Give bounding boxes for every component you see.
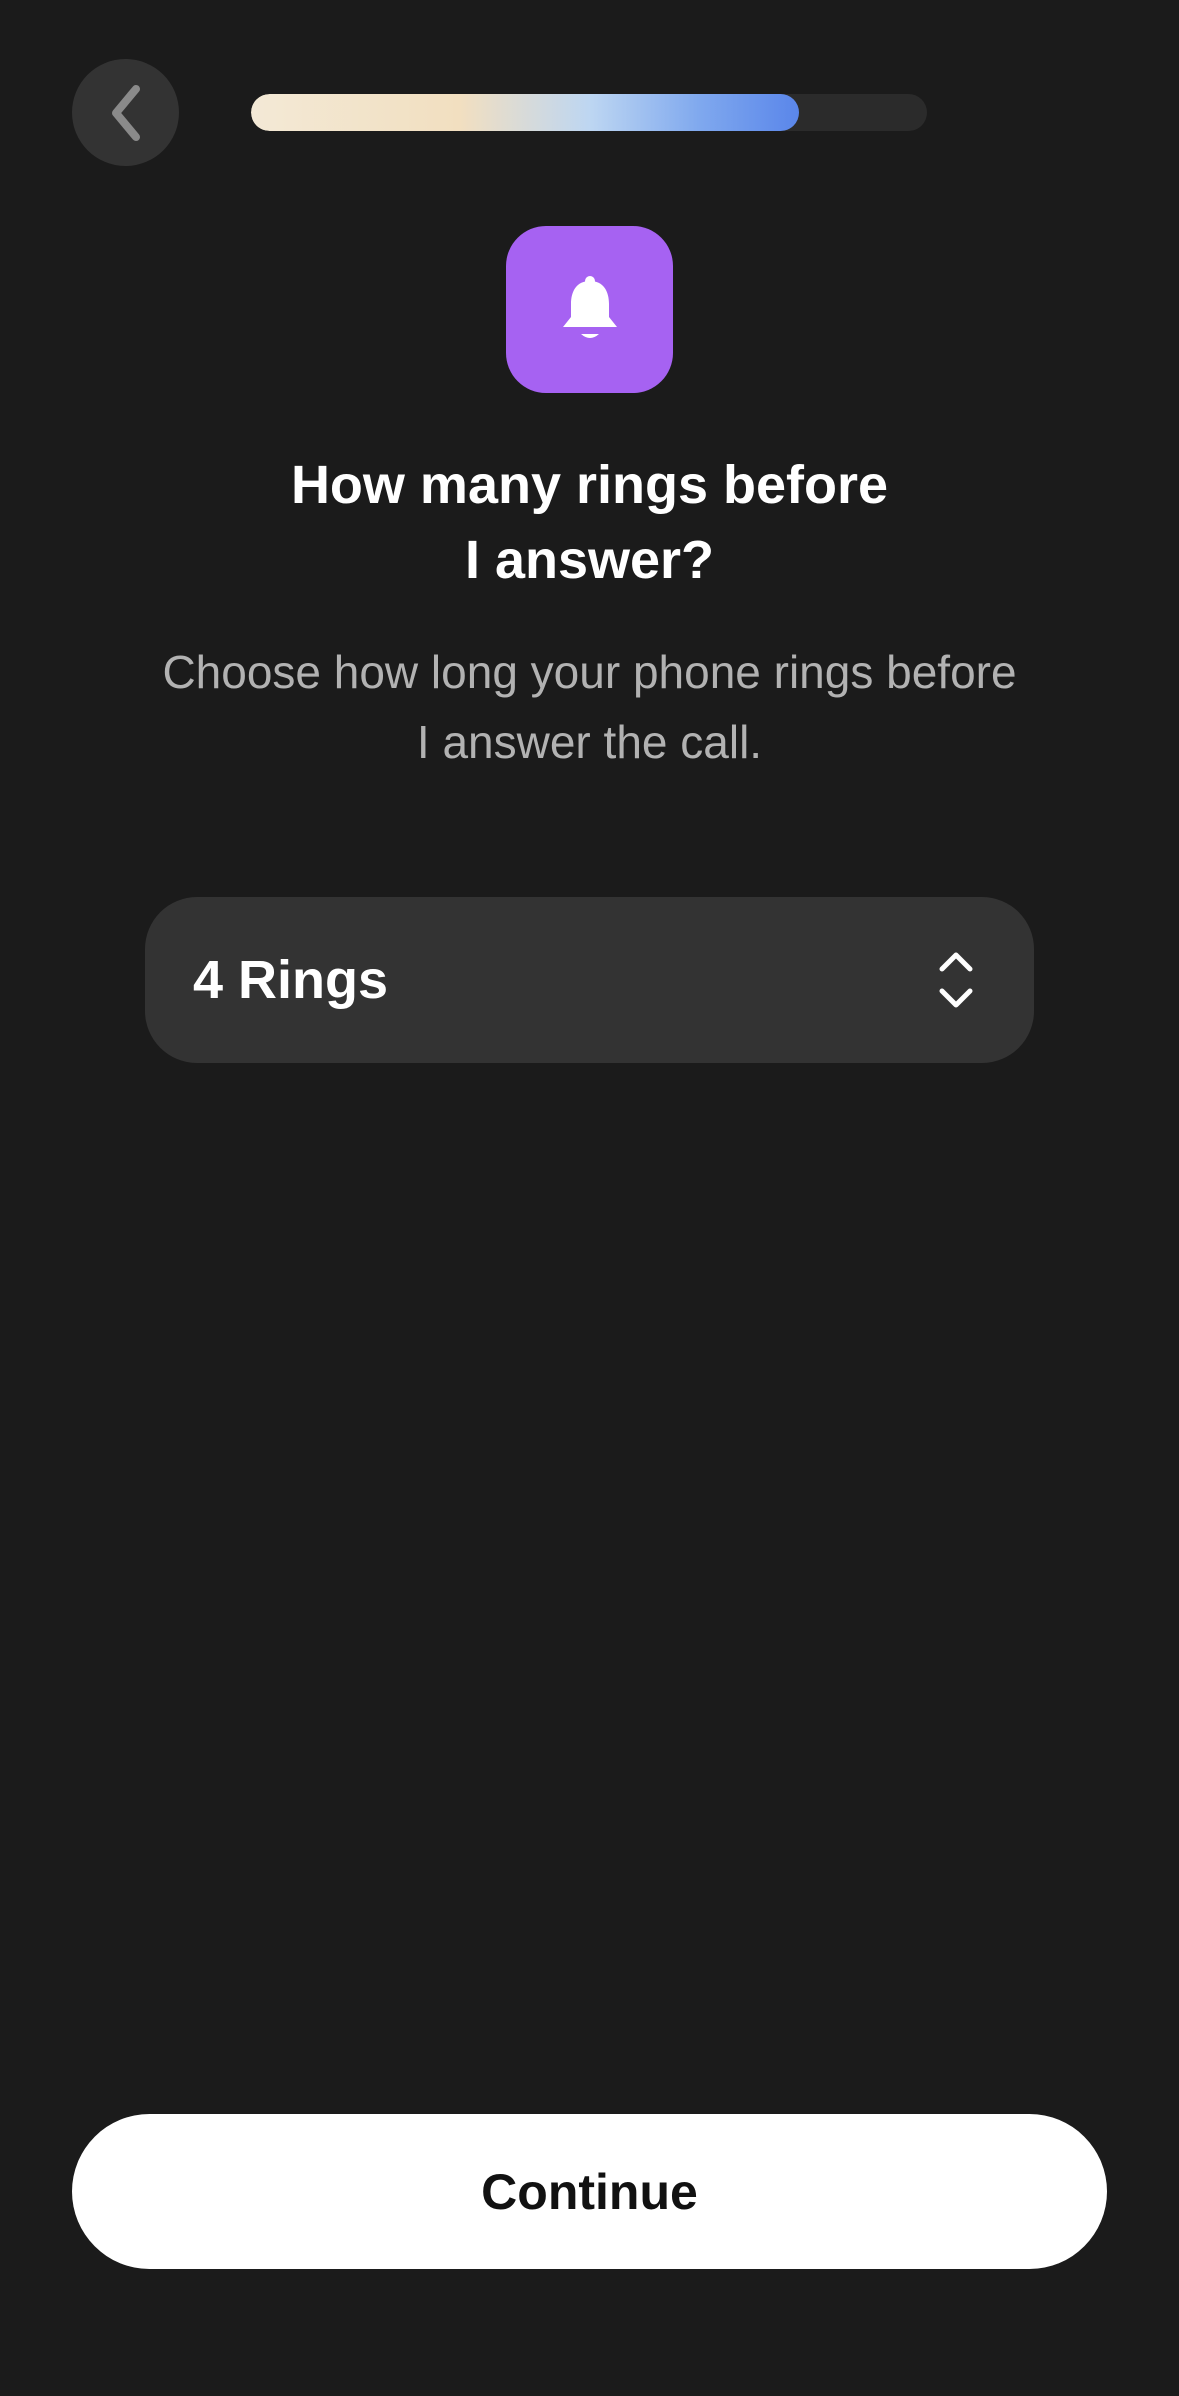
back-button[interactable] (72, 59, 179, 166)
chevron-left-icon (111, 84, 140, 141)
chevron-up-down-icon (939, 952, 973, 1008)
page-title: How many rings before I answer? (290, 455, 889, 590)
ring-count-value: 4 Rings (193, 950, 389, 1010)
progress-fill (251, 94, 799, 131)
onboarding-progress-bar (251, 94, 927, 131)
bell-icon (562, 275, 617, 338)
continue-button-label: Continue (481, 2163, 698, 2220)
page-subtitle: Choose how long your phone rings before … (162, 646, 1017, 768)
continue-button[interactable]: Continue (72, 2114, 1107, 2269)
bell-app-icon (506, 226, 673, 393)
ring-count-select[interactable]: 4 Rings (145, 897, 1034, 1063)
